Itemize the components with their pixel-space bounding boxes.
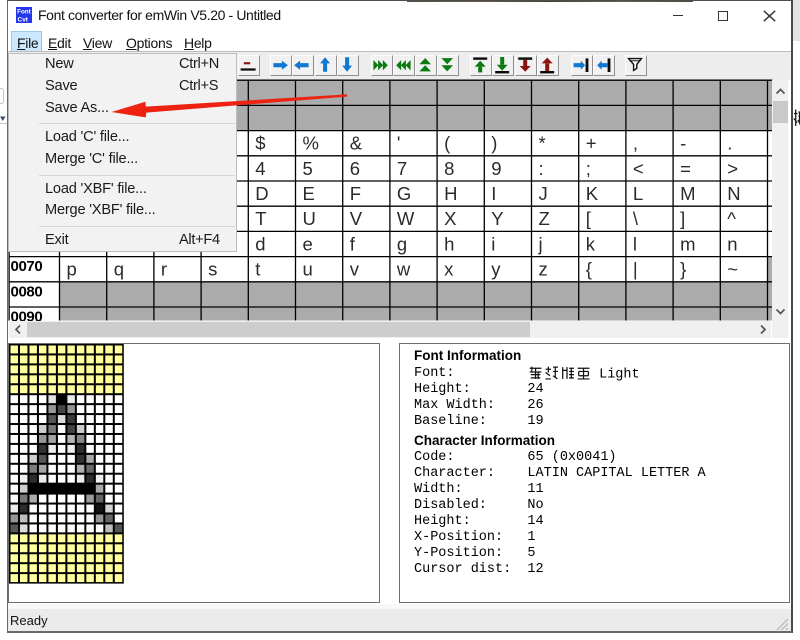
svg-text:0070: 0070: [11, 258, 43, 275]
svg-text:(: (: [444, 133, 451, 154]
svg-text:l: l: [633, 233, 637, 254]
svg-text:~: ~: [727, 259, 738, 280]
svg-text:y: y: [491, 259, 501, 280]
svg-text:[: [: [586, 208, 591, 229]
svg-text:;: ;: [586, 158, 591, 179]
svg-text:x: x: [444, 259, 454, 280]
svg-text:e: e: [303, 233, 313, 254]
svg-text:): ): [491, 133, 497, 154]
svg-text:D: D: [255, 183, 268, 204]
svg-text:\: \: [633, 208, 639, 229]
svg-text:J: J: [539, 183, 548, 204]
svg-text:w: w: [396, 259, 411, 280]
svg-text:K: K: [586, 183, 599, 204]
svg-text:d: d: [255, 233, 265, 254]
svg-text:*: *: [539, 133, 546, 154]
svg-text:q: q: [114, 259, 124, 280]
svg-text:p: p: [67, 259, 77, 280]
svg-text:N: N: [727, 183, 740, 204]
svg-text:,: ,: [633, 133, 638, 154]
svg-text:f: f: [350, 233, 356, 254]
svg-text:H: H: [444, 183, 457, 204]
svg-text:F: F: [350, 183, 361, 204]
svg-text::: :: [539, 158, 544, 179]
svg-text:W: W: [397, 208, 415, 229]
svg-text:s: s: [208, 259, 217, 280]
svg-text:I: I: [491, 183, 496, 204]
svg-text:|: |: [633, 259, 638, 280]
svg-text:=: =: [680, 158, 691, 179]
svg-text:0090: 0090: [11, 309, 43, 321]
svg-text:k: k: [586, 233, 596, 254]
svg-text:$: $: [255, 133, 265, 154]
svg-text:Z: Z: [539, 208, 550, 229]
svg-text:g: g: [397, 233, 407, 254]
svg-text:9: 9: [491, 158, 501, 179]
svg-text:E: E: [303, 183, 315, 204]
svg-text:T: T: [255, 208, 266, 229]
svg-text:Font: Font: [17, 9, 32, 16]
svg-text:7: 7: [397, 158, 407, 179]
svg-text:r: r: [161, 259, 167, 280]
svg-text:{: {: [586, 259, 592, 280]
svg-text:h: h: [444, 233, 454, 254]
svg-text:}: }: [680, 259, 686, 280]
svg-text:M: M: [680, 183, 695, 204]
svg-text:j: j: [538, 233, 543, 254]
svg-text:0080: 0080: [11, 283, 43, 300]
svg-text:': ': [397, 133, 401, 154]
svg-text:u: u: [303, 259, 313, 280]
svg-text:5: 5: [303, 158, 313, 179]
svg-text:v: v: [350, 259, 360, 280]
svg-text:^: ^: [727, 208, 736, 229]
svg-text:L: L: [633, 183, 643, 204]
svg-text:G: G: [397, 183, 411, 204]
svg-text:&: &: [350, 133, 363, 154]
svg-text:X: X: [444, 208, 456, 229]
svg-text:n: n: [727, 233, 737, 254]
svg-text:t: t: [255, 259, 260, 280]
svg-text:]: ]: [680, 208, 685, 229]
svg-text:6: 6: [350, 158, 360, 179]
svg-text:<: <: [633, 158, 644, 179]
svg-text:m: m: [680, 233, 695, 254]
svg-text:.: .: [727, 133, 732, 154]
svg-text:>: >: [727, 158, 738, 179]
svg-text:i: i: [491, 233, 495, 254]
svg-text:Y: Y: [491, 208, 503, 229]
svg-text:V: V: [350, 208, 363, 229]
svg-text:8: 8: [444, 158, 454, 179]
svg-text:U: U: [303, 208, 316, 229]
svg-text:%: %: [303, 133, 319, 154]
svg-text:+: +: [586, 133, 597, 154]
svg-text:4: 4: [255, 158, 265, 179]
svg-text:-: -: [680, 133, 686, 154]
svg-text:Cvt: Cvt: [18, 16, 29, 23]
svg-text:z: z: [539, 259, 548, 280]
